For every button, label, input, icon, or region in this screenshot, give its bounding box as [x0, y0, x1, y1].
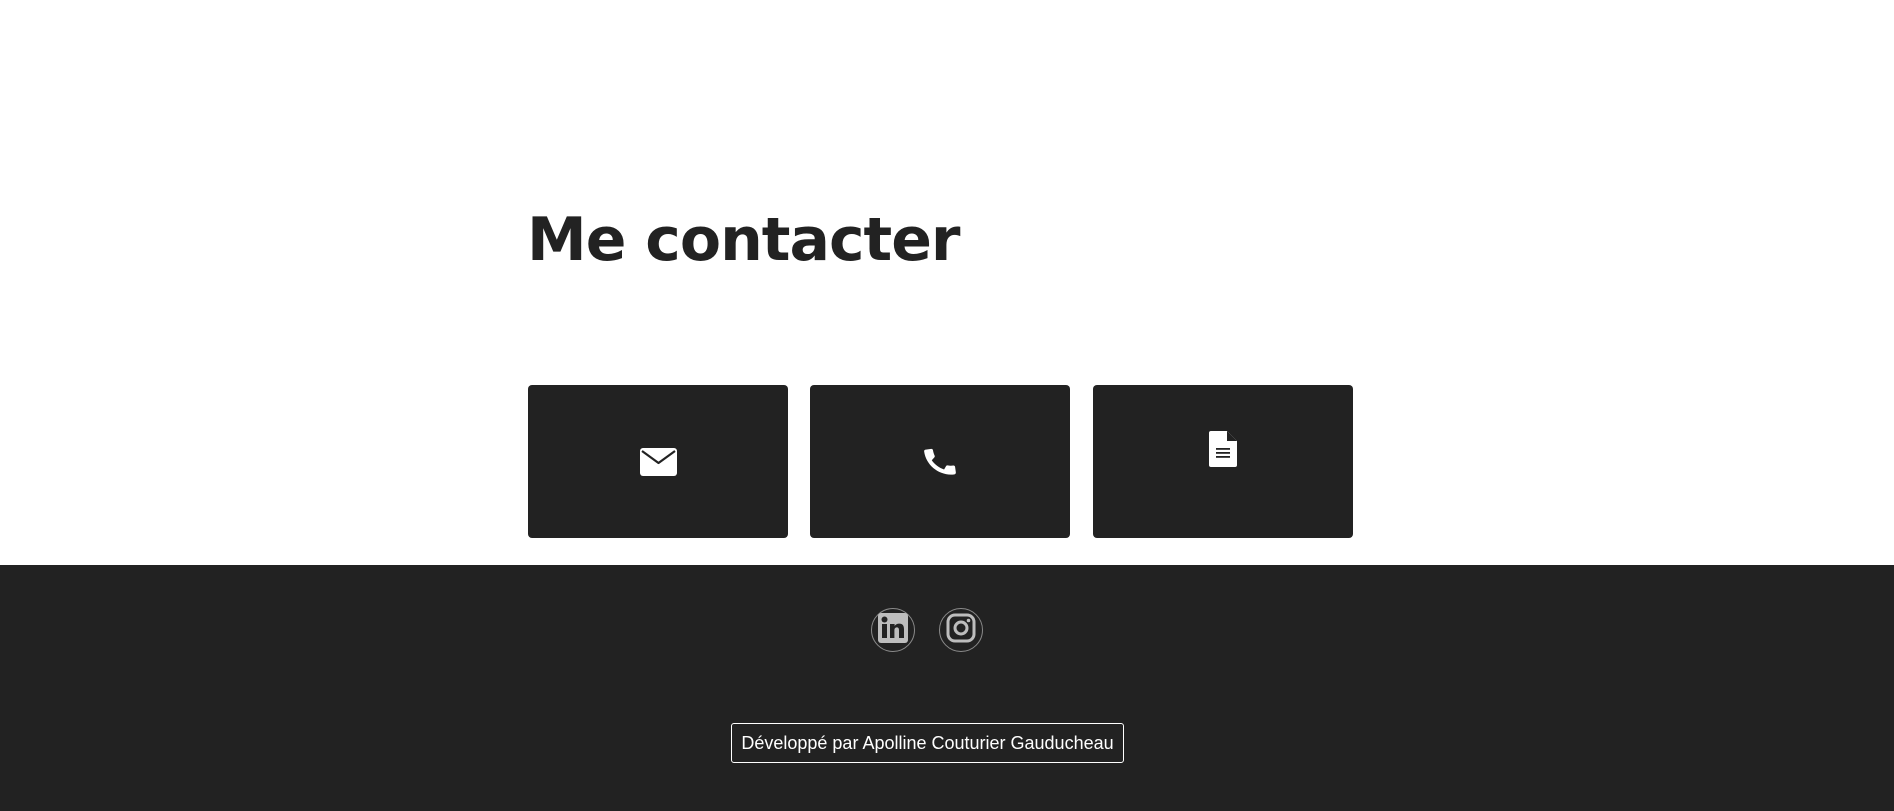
document-icon — [1209, 430, 1237, 467]
email-card[interactable] — [528, 385, 788, 538]
page-title: Me contacter — [527, 205, 960, 275]
instagram-link[interactable] — [939, 608, 983, 652]
page: Me contacter Développé par Apolline Cout… — [0, 0, 1894, 811]
envelope-icon — [639, 447, 677, 476]
phone-icon — [921, 443, 959, 481]
cv-card[interactable] — [1093, 385, 1353, 538]
developer-credit-button[interactable]: Développé par Apolline Couturier Gauduch… — [731, 723, 1124, 763]
linkedin-link[interactable] — [871, 608, 915, 652]
footer: Développé par Apolline Couturier Gauduch… — [0, 565, 1894, 811]
instagram-icon — [946, 613, 976, 648]
linkedin-icon — [878, 612, 908, 648]
phone-card[interactable] — [810, 385, 1070, 538]
contact-section: Me contacter — [0, 0, 1894, 565]
